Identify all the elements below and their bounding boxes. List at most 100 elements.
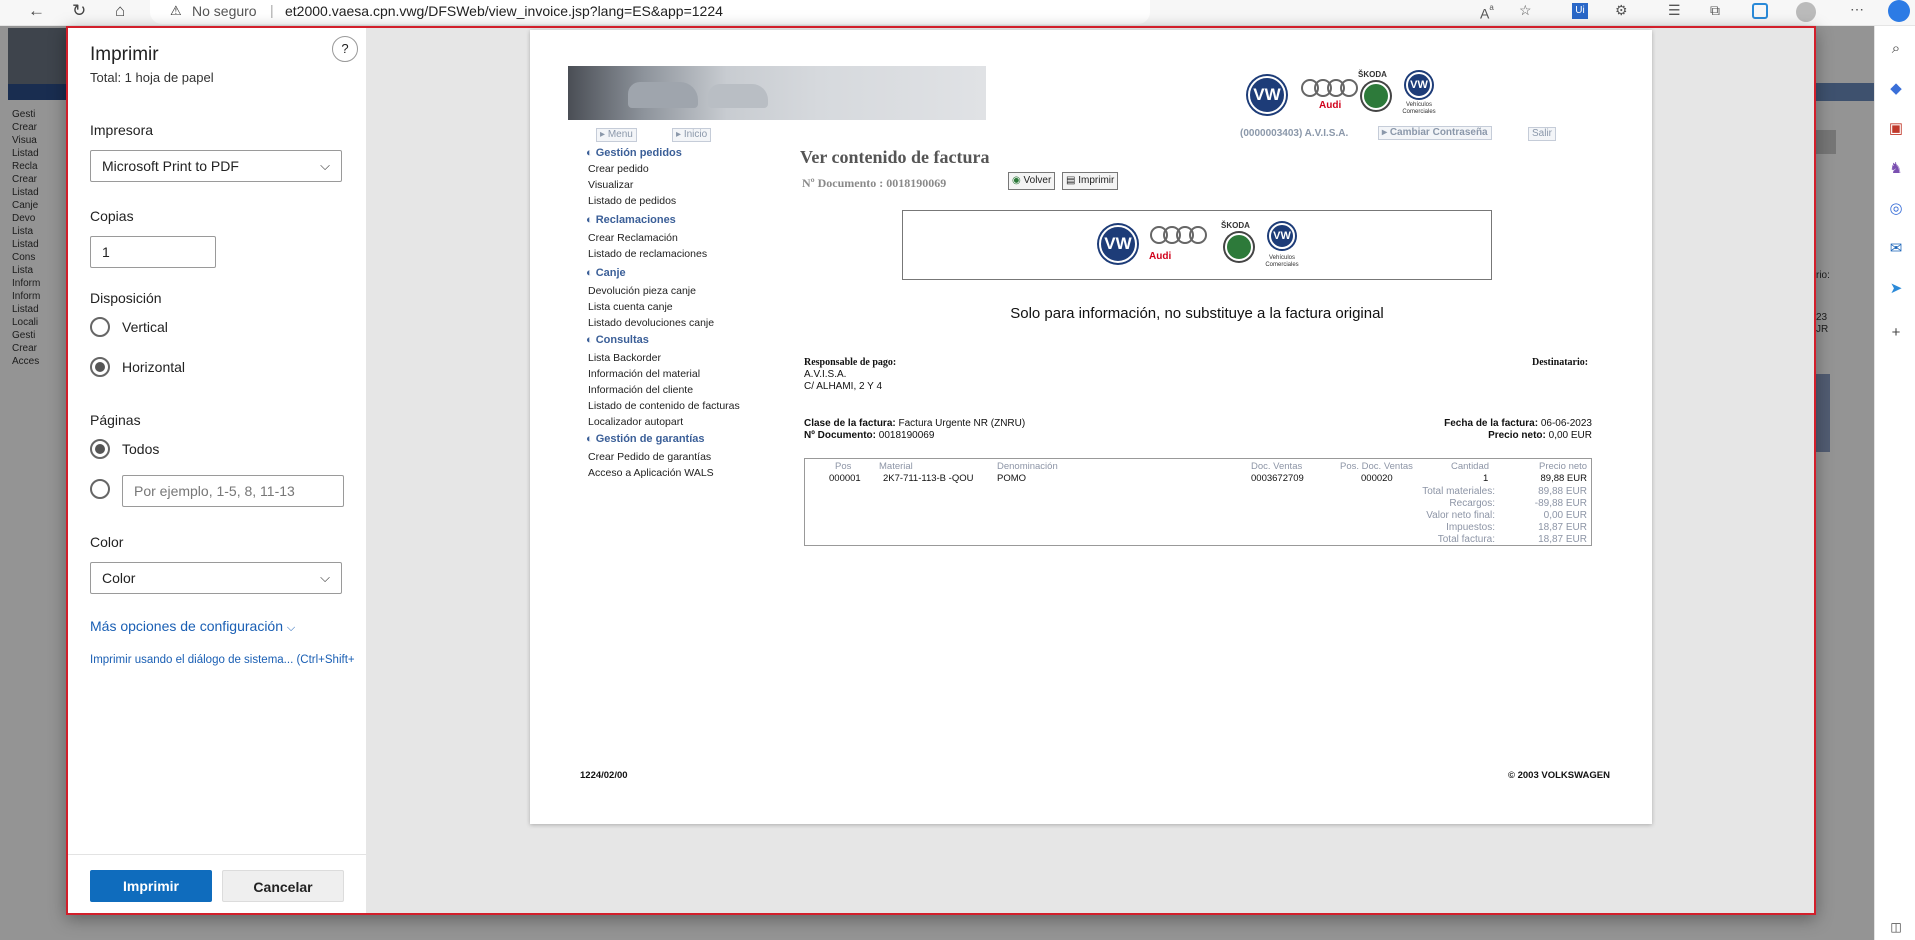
menu-item[interactable]: Localizador autopart bbox=[588, 416, 683, 428]
vw-commercial-logo-icon: VW bbox=[1269, 223, 1295, 249]
search-icon[interactable]: ⌕ bbox=[1887, 40, 1905, 58]
profile-avatar-icon[interactable] bbox=[1796, 2, 1816, 22]
browser-toolbar: ← ↻ ⌂ ⚠ No seguro | et2000.vaesa.cpn.vwg… bbox=[0, 0, 1915, 26]
menu-item[interactable]: Información del material bbox=[588, 368, 700, 380]
system-dialog-link[interactable]: Imprimir usando el diálogo de sistema...… bbox=[90, 654, 366, 666]
pages-range-input[interactable]: Por ejemplo, 1-5, 8, 11-13 bbox=[122, 475, 344, 507]
footer-divider bbox=[68, 854, 366, 855]
pages-all-radio[interactable] bbox=[90, 439, 110, 459]
copies-input[interactable]: 1 bbox=[90, 236, 216, 268]
table-cell: 000001 bbox=[829, 473, 861, 484]
pages-all-label[interactable]: Todos bbox=[122, 441, 159, 457]
pages-label: Páginas bbox=[90, 412, 141, 428]
layout-vertical-label[interactable]: Vertical bbox=[122, 319, 168, 335]
table-header: Denominación bbox=[997, 461, 1058, 472]
menu-arrow-icon: ▸ bbox=[600, 129, 608, 140]
favorites-icon[interactable]: ☰ bbox=[1668, 2, 1681, 19]
extensions-icon[interactable]: ⚙ bbox=[1615, 2, 1628, 19]
table-header: Pos bbox=[835, 461, 852, 472]
home-icon[interactable]: ⌂ bbox=[115, 1, 125, 21]
shopping-tag-icon[interactable]: ◆ bbox=[1887, 80, 1905, 98]
invoice-doc-label: Nº Documento: bbox=[804, 430, 876, 441]
menu-item[interactable]: Listado de reclamaciones bbox=[588, 248, 707, 260]
more-options-link[interactable]: Más opciones de configuración ⌵ bbox=[90, 618, 295, 635]
menu-group-queries[interactable]: ◐ Consultas bbox=[586, 334, 649, 346]
menu-group-orders[interactable]: ◐ Gestión pedidos bbox=[586, 147, 682, 159]
items-table: Pos Material Denominación Doc. Ventas Po… bbox=[804, 458, 1592, 546]
more-options-label: Más opciones de configuración bbox=[90, 618, 284, 634]
games-icon[interactable]: ♞ bbox=[1887, 160, 1905, 178]
back-button[interactable]: ◉ Volver bbox=[1008, 172, 1056, 190]
table-cell: 000020 bbox=[1361, 473, 1393, 484]
home-label: Inicio bbox=[683, 129, 708, 140]
change-password-button[interactable]: ▸ Cambiar Contraseña bbox=[1378, 126, 1492, 140]
menu-label: Menu bbox=[607, 129, 633, 140]
menu-item[interactable]: Crear Reclamación bbox=[588, 232, 678, 244]
printer-label: Impresora bbox=[90, 122, 154, 138]
user-id: (0000003403) A.V.I.S.A. bbox=[1240, 128, 1349, 139]
totals-block: Total materiales: 89,88 EUR Recargos: -89,… bbox=[1365, 486, 1587, 546]
read-aloud-icon[interactable]: Aᵃ bbox=[1480, 3, 1494, 22]
menu-item[interactable]: Lista cuenta canje bbox=[588, 301, 673, 313]
menu-group-claims[interactable]: ◐ Reclamaciones bbox=[586, 214, 676, 226]
menu-item[interactable]: Acceso a Aplicación WALS bbox=[588, 467, 714, 479]
change-password-label: Cambiar Contraseña bbox=[1389, 127, 1488, 138]
url-text[interactable]: et2000.vaesa.cpn.vwg/DFSWeb/view_invoice… bbox=[285, 3, 723, 19]
menu-heading: Reclamaciones bbox=[595, 214, 676, 226]
color-value: Color bbox=[102, 570, 136, 586]
audi-brand-label: Audi bbox=[1319, 100, 1342, 111]
tools-icon[interactable]: ▣ bbox=[1887, 120, 1905, 138]
help-button[interactable]: ? bbox=[332, 36, 358, 62]
menu-group-warranty[interactable]: ◐ Gestión de garantías bbox=[586, 433, 705, 445]
menu-item[interactable]: Devolución pieza canje bbox=[588, 285, 696, 297]
table-row: 000001 2K7-711-113-B -QOU POMO 000367270… bbox=[805, 473, 1591, 485]
menu-item[interactable]: Crear Pedido de garantías bbox=[588, 451, 711, 463]
browser-sidebar: ⌕ ◆ ▣ ♞ ◎ ✉ ➤ + ◫ bbox=[1874, 26, 1915, 940]
menu-item[interactable]: Crear pedido bbox=[588, 163, 649, 175]
pages-custom-radio[interactable] bbox=[90, 479, 110, 499]
more-menu-icon[interactable]: ⋯ bbox=[1850, 1, 1864, 18]
menu-group-exchange[interactable]: ◐ Canje bbox=[586, 267, 626, 279]
menu-item[interactable]: Lista Backorder bbox=[588, 352, 661, 364]
copilot-icon[interactable] bbox=[1888, 0, 1910, 22]
total-value: 18,87 EUR bbox=[1538, 534, 1587, 545]
print-button[interactable]: Imprimir bbox=[90, 870, 212, 902]
address-bar[interactable]: ⚠ No seguro | et2000.vaesa.cpn.vwg/DFSWe… bbox=[150, 0, 1150, 24]
home-button[interactable]: ▸ Inicio bbox=[672, 128, 712, 142]
menu-item[interactable]: Listado de pedidos bbox=[588, 195, 676, 207]
total-label: Recargos: bbox=[1449, 498, 1495, 509]
office-icon[interactable]: ◎ bbox=[1887, 200, 1905, 218]
outlook-icon[interactable]: ✉ bbox=[1887, 240, 1905, 258]
layout-horizontal-radio[interactable] bbox=[90, 357, 110, 377]
favorite-star-icon[interactable]: ☆ bbox=[1519, 2, 1532, 19]
table-header: Doc. Ventas bbox=[1251, 461, 1303, 472]
browser-essentials-icon[interactable] bbox=[1752, 3, 1768, 19]
car-image bbox=[628, 82, 698, 108]
printer-select[interactable]: Microsoft Print to PDF ⌵ bbox=[90, 150, 342, 182]
menu-item[interactable]: Listado devoluciones canje bbox=[588, 317, 714, 329]
menu-item[interactable]: Listado de contenido de facturas bbox=[588, 400, 740, 412]
menu-item[interactable]: Visualizar bbox=[588, 179, 633, 191]
payer-address: C/ ALHAMI, 2 Y 4 bbox=[804, 381, 883, 392]
page-print-button[interactable]: ▤ Imprimir bbox=[1062, 172, 1119, 190]
menu-button[interactable]: ▸ Menu bbox=[596, 128, 637, 142]
menu-bullet-icon: ◐ bbox=[586, 214, 596, 226]
collections-icon[interactable]: ⧉ bbox=[1710, 2, 1720, 19]
layout-horizontal-label[interactable]: Horizontal bbox=[122, 359, 185, 375]
add-icon[interactable]: + bbox=[1887, 324, 1905, 342]
back-arrow-icon: ◉ bbox=[1012, 175, 1024, 186]
back-icon[interactable]: ← bbox=[28, 1, 45, 21]
skoda-brand-label: ŠKODA bbox=[1221, 221, 1250, 230]
ui-extension-icon[interactable]: Ui bbox=[1572, 3, 1588, 19]
sidebar-settings-icon[interactable]: ◫ bbox=[1887, 918, 1905, 936]
cancel-button[interactable]: Cancelar bbox=[222, 870, 344, 902]
brands-logo-box: VW Audi ŠKODA VW Vehículos Comerciales bbox=[902, 210, 1492, 280]
exit-button[interactable]: Salir bbox=[1528, 127, 1557, 141]
layout-vertical-radio[interactable] bbox=[90, 317, 110, 337]
drop-icon[interactable]: ➤ bbox=[1887, 280, 1905, 298]
refresh-icon[interactable]: ↻ bbox=[72, 1, 86, 21]
total-row: Valor neto final: 0,00 EUR bbox=[1365, 510, 1587, 522]
color-select[interactable]: Color ⌵ bbox=[90, 562, 342, 594]
menu-item[interactable]: Información del cliente bbox=[588, 384, 693, 396]
net-price-label: Precio neto: bbox=[1488, 430, 1546, 441]
